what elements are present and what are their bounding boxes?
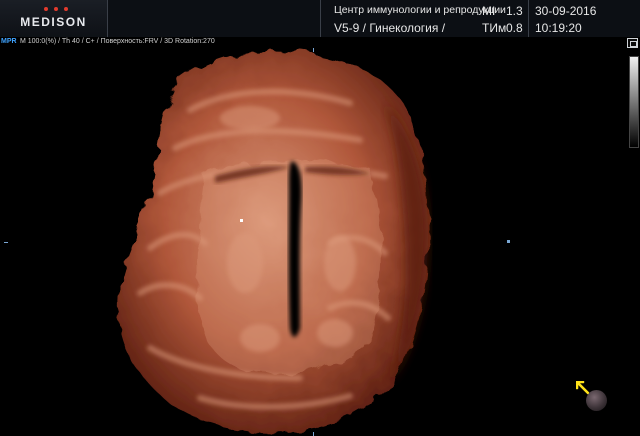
maximize-icon[interactable] <box>627 38 638 48</box>
render-settings-info: M 100:0(%) / Th 40 / C+ / Поверхность:FR… <box>20 38 215 45</box>
bottom-axis-tick <box>313 432 314 436</box>
mpr-mode-label[interactable]: MPR <box>1 38 17 45</box>
exam-date: 30-09-2016 <box>535 4 597 18</box>
medison-logo: MEDISON <box>0 0 108 37</box>
render-status-bar: MPR M 100:0(%) / Th 40 / C+ / Поверхност… <box>0 37 640 48</box>
mi-label: MI <box>482 4 496 18</box>
3d-render-viewport[interactable] <box>0 48 628 436</box>
left-axis-tick <box>4 242 8 243</box>
orientation-ball-icon[interactable] <box>586 390 607 411</box>
cursor-marker <box>240 219 243 222</box>
header-divider <box>528 0 529 37</box>
top-header: MEDISON Центр иммунологии и репродукции … <box>0 0 640 37</box>
grayscale-bar <box>629 56 639 148</box>
reference-marker <box>507 240 510 243</box>
tib-value: 0.8 <box>506 21 523 35</box>
probe-preset: V5-9 / Гинекология / <box>334 21 446 35</box>
header-divider <box>320 0 321 37</box>
exam-time: 10:19:20 <box>535 21 582 35</box>
institution-name: Центр иммунологии и репродукции <box>334 4 506 16</box>
uterus-3d-render <box>117 50 429 433</box>
top-axis-tick <box>313 48 314 52</box>
logo-dots <box>44 7 74 13</box>
logo-text: MEDISON <box>20 15 87 29</box>
tib-label: TИм <box>482 21 507 35</box>
mi-value: 1.3 <box>506 4 523 18</box>
